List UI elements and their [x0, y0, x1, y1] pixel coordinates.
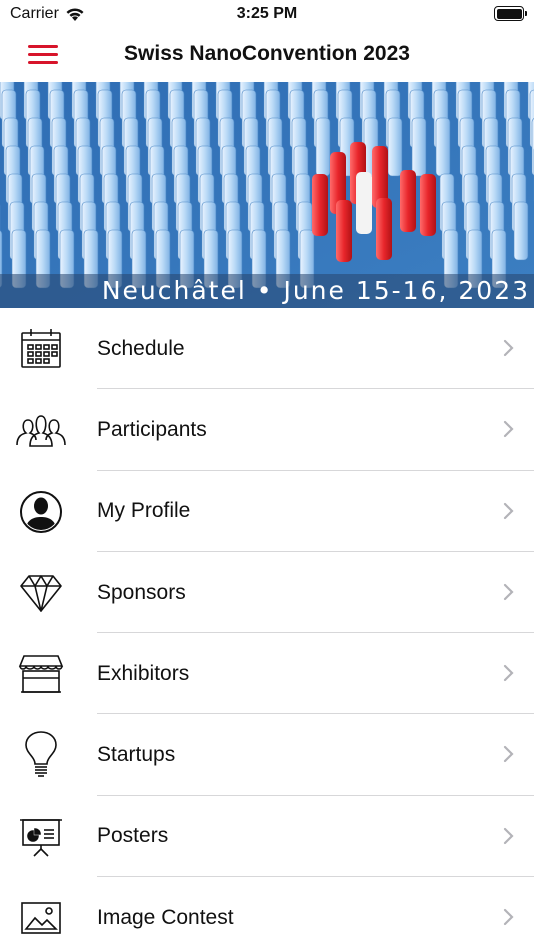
- clock: 3:25 PM: [236, 5, 298, 22]
- menu-item-label: Participants: [97, 417, 207, 441]
- menu-item-label: Sponsors: [97, 580, 186, 604]
- menu-item-label: Schedule: [97, 336, 185, 360]
- menu-item-label: Image Contest: [97, 905, 234, 929]
- menu-item-posters[interactable]: Posters: [0, 796, 534, 878]
- navigation-bar: Swiss NanoConvention 2023: [0, 30, 534, 82]
- menu-item-label: Startups: [97, 743, 176, 767]
- event-banner: Neuchâtel • June 15-16, 2023: [0, 82, 534, 308]
- presentation-board-icon: [16, 815, 66, 859]
- menu-item-image-contest[interactable]: Image Contest: [0, 877, 534, 950]
- image-icon: [16, 896, 66, 940]
- banner-caption: Neuchâtel • June 15-16, 2023: [0, 274, 534, 308]
- menu-item-my-profile[interactable]: My Profile: [0, 471, 534, 552]
- main-menu: Schedule Participants My Profile Sponsor…: [0, 308, 534, 950]
- menu-item-participants[interactable]: Participants: [0, 389, 534, 471]
- chevron-right-icon: [503, 421, 514, 438]
- menu-item-label: Posters: [97, 824, 169, 848]
- menu-item-sponsors[interactable]: Sponsors: [0, 552, 534, 634]
- profile-avatar-icon: [16, 490, 66, 534]
- chevron-right-icon: [503, 665, 514, 682]
- chevron-right-icon: [503, 827, 514, 844]
- chevron-right-icon: [503, 339, 514, 357]
- lightbulb-icon: [16, 731, 66, 778]
- battery-icon: [494, 6, 527, 21]
- people-group-icon: [16, 408, 66, 452]
- menu-item-schedule[interactable]: Schedule: [0, 308, 534, 390]
- menu-item-exhibitors[interactable]: Exhibitors: [0, 633, 534, 715]
- chevron-right-icon: [503, 583, 514, 600]
- menu-item-startups[interactable]: Startups: [0, 714, 534, 796]
- calendar-icon: [16, 327, 66, 371]
- chevron-right-icon: [503, 908, 514, 926]
- storefront-icon: [16, 652, 66, 696]
- status-bar: Carrier 3:25 PM: [0, 0, 534, 30]
- menu-item-label: My Profile: [97, 499, 191, 523]
- page-title: Swiss NanoConvention 2023: [124, 42, 410, 65]
- chevron-right-icon: [503, 746, 514, 763]
- chevron-right-icon: [503, 502, 514, 519]
- menu-item-label: Exhibitors: [97, 661, 190, 685]
- diamond-icon: [16, 571, 66, 615]
